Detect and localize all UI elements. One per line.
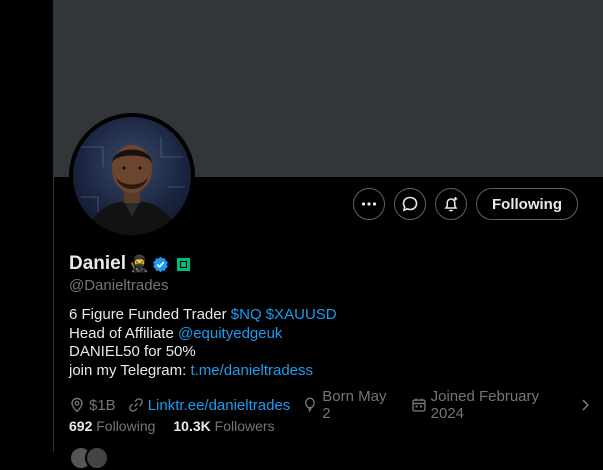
followers-stat[interactable]: 10.3K Followers [173, 418, 274, 434]
chevron-right-icon[interactable] [580, 398, 592, 412]
bio-line: 6 Figure Funded Trader $NQ $XAUUSD [69, 306, 337, 325]
bio-text: 6 Figure Funded Trader [69, 306, 227, 323]
profile-stats: 692 Following 10.3K Followers [69, 418, 275, 434]
bio-line: join my Telegram: t.me/danieltradess [69, 362, 337, 381]
balloon-icon [305, 397, 316, 413]
profile-name: Daniel [69, 253, 127, 274]
following-stat[interactable]: 692 Following [69, 418, 155, 434]
profile-column: Following Daniel 🥷 @Danieltrades 6 Figur… [53, 0, 603, 470]
location-text: $1B [89, 396, 116, 414]
avatar[interactable] [69, 113, 195, 239]
profile-meta: $1B Linktr.ee/danieltrades Born May 2 Jo… [69, 388, 603, 422]
joined-text: Joined February 2024 [430, 388, 540, 422]
more-button[interactable] [353, 188, 386, 220]
location-pin-icon [71, 397, 83, 413]
telegram-link[interactable]: t.me/danieltradess [190, 362, 313, 379]
affiliate-badge-icon[interactable] [175, 256, 191, 272]
profile-actions: Following [353, 188, 578, 220]
following-button[interactable]: Following [476, 188, 578, 220]
cashtag-link[interactable]: $XAUUSD [266, 306, 337, 323]
followers-label: Followers [214, 418, 275, 434]
cashtag-link[interactable]: $NQ [231, 306, 262, 323]
bio-line: Head of Affiliate @equityedgeuk [69, 325, 337, 344]
bio-text: Head of Affiliate [69, 324, 174, 342]
followed-by-avatars[interactable] [69, 446, 109, 470]
following-count: 692 [69, 418, 93, 434]
verified-badge-icon[interactable] [152, 256, 169, 273]
follower-avatar [85, 446, 109, 470]
birthday-item: Born May 2 [302, 388, 398, 422]
website-link[interactable]: Linktr.ee/danieltrades [148, 397, 291, 414]
profile-bio: 6 Figure Funded Trader $NQ $XAUUSD Head … [69, 306, 337, 380]
profile-handle: @Danieltrades [69, 277, 169, 294]
calendar-icon [411, 398, 426, 412]
link-icon [128, 398, 143, 412]
message-button[interactable] [394, 188, 427, 220]
mention-link[interactable]: @equityedgeuk [178, 325, 282, 342]
bio-text: join my Telegram: [69, 361, 187, 379]
message-bubble-icon [402, 196, 418, 212]
joined-item: Joined February 2024 [411, 388, 592, 422]
born-text: Born May 2 [322, 388, 387, 422]
more-dots-icon [361, 202, 377, 206]
avatar-image [73, 117, 191, 235]
ninja-emoji: 🥷 [129, 256, 149, 273]
bio-text: DANIEL50 for 50% [69, 343, 196, 360]
bio-line: DANIEL50 for 50% [69, 343, 337, 362]
bell-plus-icon [444, 197, 458, 212]
location-item: $1B [69, 397, 116, 414]
profile-name-row: Daniel 🥷 [69, 253, 191, 275]
website-item: Linktr.ee/danieltrades [128, 397, 291, 414]
followers-count: 10.3K [173, 418, 211, 434]
notifications-button[interactable] [435, 188, 468, 220]
following-label: Following [96, 418, 156, 434]
